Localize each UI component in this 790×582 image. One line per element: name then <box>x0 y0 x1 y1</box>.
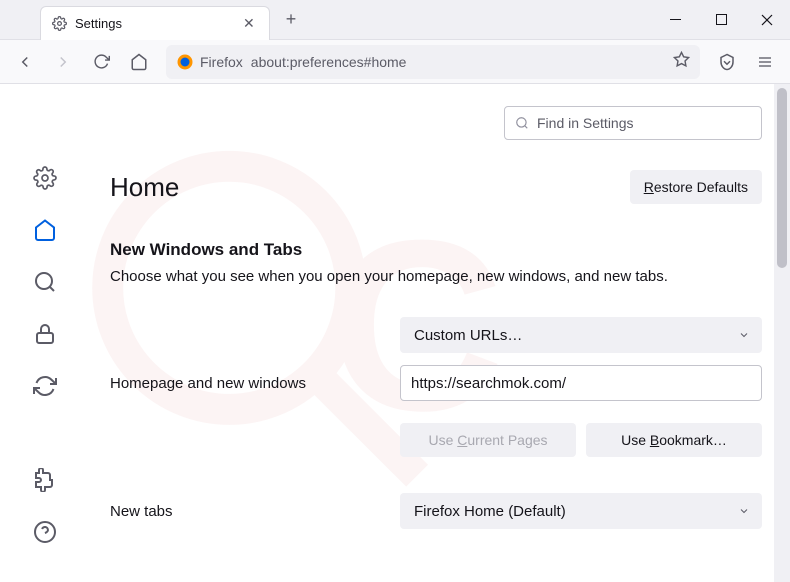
back-button[interactable] <box>8 45 42 79</box>
main-panel: Find in Settings Home RRestore Defaultse… <box>90 84 790 582</box>
sidebar-item-search[interactable] <box>31 268 59 296</box>
new-tab-button[interactable]: + <box>276 5 306 35</box>
browser-tab[interactable]: Settings ✕ <box>40 6 270 40</box>
homepage-label: Homepage and new windows <box>110 375 400 392</box>
dropdown-value: Custom URLs… <box>414 327 522 344</box>
sidebar-item-help[interactable] <box>31 518 59 546</box>
restore-defaults-button[interactable]: RRestore Defaultsestore Defaults <box>630 170 762 204</box>
homepage-mode-dropdown[interactable]: Custom URLs… <box>400 317 762 353</box>
page-heading: Home <box>110 172 630 203</box>
titlebar: Settings ✕ + <box>0 0 790 40</box>
app-menu-button[interactable] <box>748 45 782 79</box>
search-placeholder: Find in Settings <box>537 115 634 131</box>
scrollbar-thumb[interactable] <box>777 88 787 268</box>
firefox-icon <box>176 53 194 71</box>
newtabs-label: New tabs <box>110 503 400 520</box>
newtabs-mode-dropdown[interactable]: Firefox Home (Default) <box>400 493 762 529</box>
forward-button[interactable] <box>46 45 80 79</box>
tab-title: Settings <box>75 16 243 31</box>
identity-label: Firefox <box>200 54 243 70</box>
section-description: Choose what you see when you open your h… <box>110 268 762 285</box>
sidebar-item-extensions[interactable] <box>31 466 59 494</box>
url-text: about:preferences#home <box>251 54 673 70</box>
close-window-button[interactable] <box>744 0 790 40</box>
reload-button[interactable] <box>84 45 118 79</box>
gear-icon <box>51 15 67 31</box>
maximize-button[interactable] <box>698 0 744 40</box>
use-bookmark-button[interactable]: Use Bookmark…Use Bookmark… <box>586 423 762 457</box>
sidebar-item-privacy[interactable] <box>31 320 59 348</box>
close-icon[interactable]: ✕ <box>243 15 259 32</box>
url-bar[interactable]: Firefox about:preferences#home <box>166 45 700 79</box>
home-button[interactable] <box>122 45 156 79</box>
dropdown-value: Firefox Home (Default) <box>414 503 566 520</box>
content-area: Find in Settings Home RRestore Defaultse… <box>0 84 790 582</box>
sidebar-item-sync[interactable] <box>31 372 59 400</box>
settings-search[interactable]: Find in Settings <box>504 106 762 140</box>
section-title: New Windows and Tabs <box>110 240 762 260</box>
nav-toolbar: Firefox about:preferences#home <box>0 40 790 84</box>
use-current-pages-button[interactable]: Use Current PagesUse Current Pages <box>400 423 576 457</box>
vertical-scrollbar[interactable] <box>774 84 790 582</box>
category-sidebar <box>0 84 90 582</box>
homepage-url-input[interactable] <box>400 365 762 401</box>
pocket-button[interactable] <box>710 45 744 79</box>
minimize-button[interactable] <box>652 0 698 40</box>
sidebar-item-home[interactable] <box>31 216 59 244</box>
bookmark-star-icon[interactable] <box>673 51 690 73</box>
sidebar-item-general[interactable] <box>31 164 59 192</box>
